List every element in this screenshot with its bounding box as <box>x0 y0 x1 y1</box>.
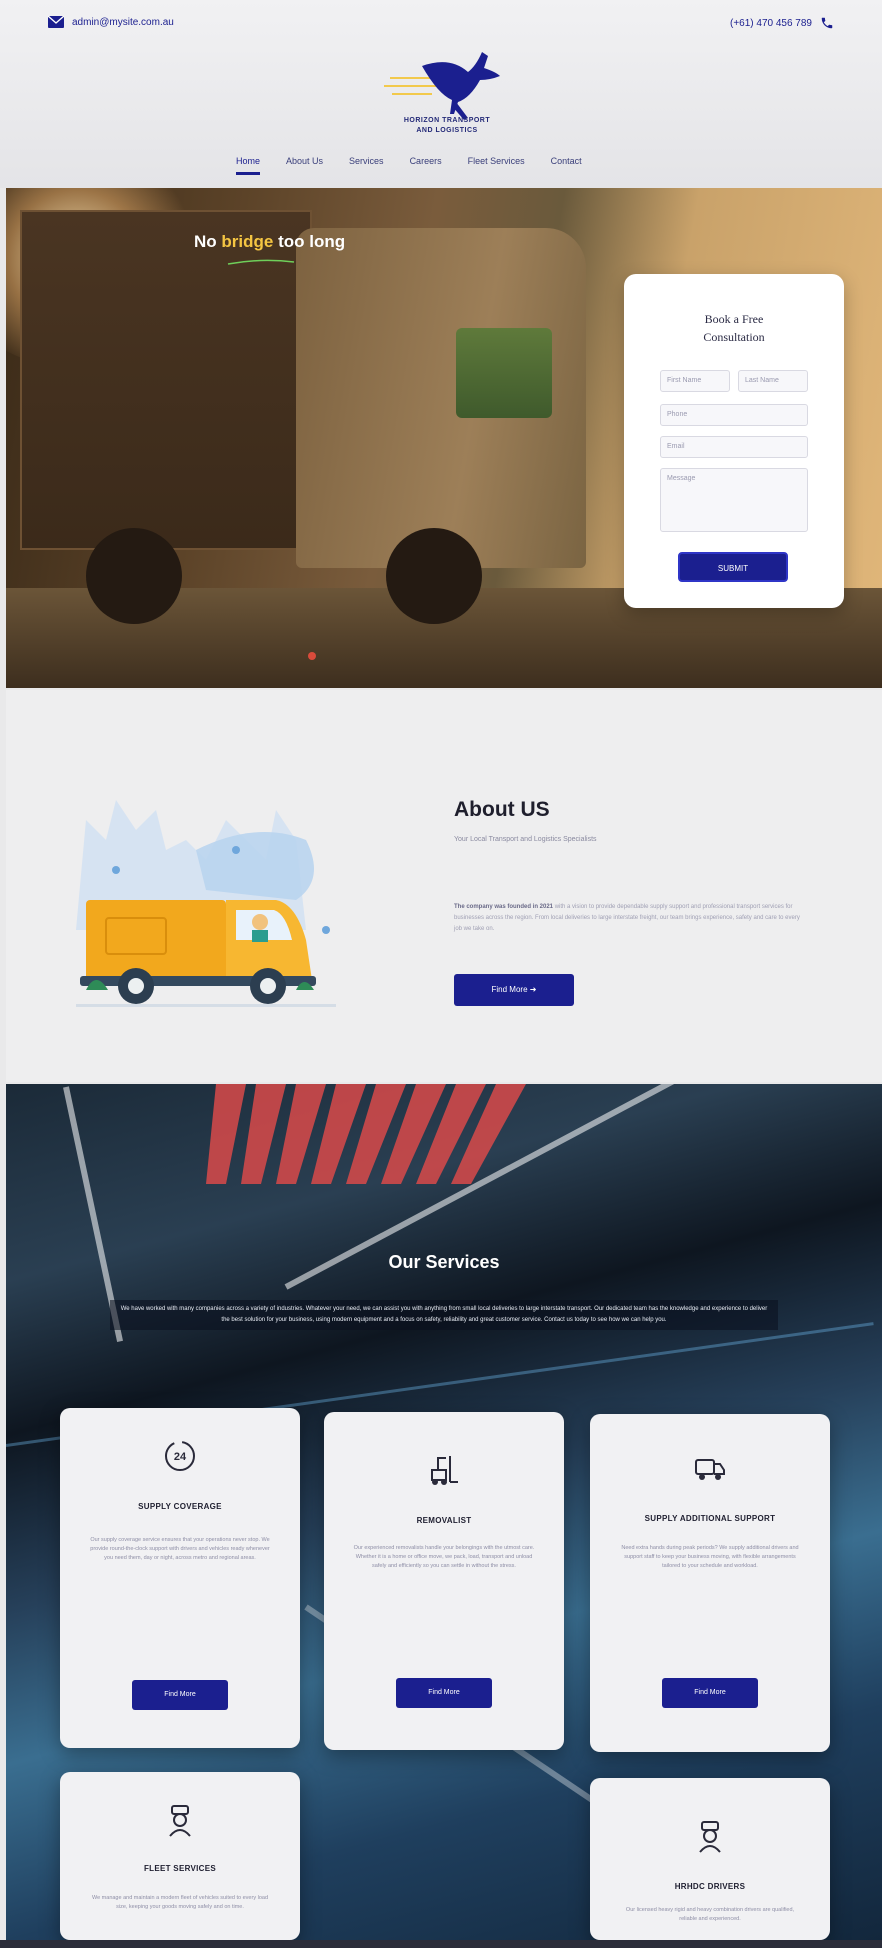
service-card-supply-coverage: 24 SUPPLY COVERAGE Our supply coverage s… <box>60 1408 300 1748</box>
delivery-truck-illustration <box>76 800 336 1007</box>
header-phone-link[interactable]: (+61) 470 456 789 <box>730 16 834 30</box>
driver-icon <box>699 1821 721 1853</box>
hero-headline-highlight: bridge <box>221 232 274 251</box>
service-card-fleet-services: FLEET SERVICES We manage and maintain a … <box>60 1772 300 1940</box>
supply-coverage-find-more-button[interactable]: Find More <box>132 1680 228 1710</box>
logo-wordmark: HORIZON TRANSPORT AND LOGISTICS <box>372 116 522 136</box>
24-hours-icon: 24 <box>165 1441 195 1471</box>
phone-field-row: Phone <box>660 404 808 426</box>
hero-headline-underline <box>227 259 295 265</box>
service-card-title: SUPPLY COVERAGE <box>138 1502 222 1511</box>
about-body: The company was founded in 2021 with a v… <box>454 902 806 935</box>
nav-fleet-services[interactable]: Fleet Services <box>468 156 525 175</box>
about-section: About US Your Local Transport and Logist… <box>6 690 882 1082</box>
service-card-title: FLEET SERVICES <box>143 1864 217 1873</box>
about-button-label: Find More <box>491 985 528 994</box>
consultation-form: Book a Free Consultation First Name Last… <box>624 274 844 608</box>
last-name-field[interactable]: Last Name <box>738 370 808 392</box>
service-card-hrhdc-drivers: HRHDC DRIVERS Our licensed heavy rigid a… <box>590 1778 830 1940</box>
driver-icon <box>169 1805 191 1837</box>
hero-headline-end: too long <box>273 232 346 251</box>
name-fields-row: First Name Last Name <box>660 370 808 392</box>
service-card-removalist: REMOVALIST Our experienced removalists h… <box>324 1412 564 1750</box>
svg-text:24: 24 <box>174 1451 187 1463</box>
email-field[interactable]: Email <box>660 436 808 458</box>
site-header: admin@mysite.com.au (+61) 470 456 789 HO… <box>0 0 882 188</box>
about-find-more-button[interactable]: Find More ➜ <box>454 974 574 1006</box>
about-body-bold: The company was founded in 2021 <box>454 904 554 910</box>
form-title-line-1: Book a Free <box>704 312 764 326</box>
removalist-find-more-button[interactable]: Find More <box>396 1678 492 1708</box>
first-name-field[interactable]: First Name <box>660 370 730 392</box>
hero-truck-window <box>456 328 552 418</box>
service-card-text: Need extra hands during peak periods? We… <box>621 1545 799 1569</box>
hero-slide-dot[interactable] <box>308 652 316 660</box>
phone-field[interactable]: Phone <box>660 404 808 426</box>
phone-icon <box>821 17 833 29</box>
hero-truck-wheel <box>86 528 182 624</box>
service-card-supply-additional-support: SUPPLY ADDITIONAL SUPPORT Need extra han… <box>590 1414 830 1752</box>
message-field[interactable]: Message <box>660 468 808 532</box>
submit-button[interactable]: SUBMIT <box>678 552 788 582</box>
service-card-text: Our licensed heavy rigid and heavy combi… <box>625 1907 795 1922</box>
services-intro: We have worked with many companies acros… <box>110 1300 778 1330</box>
nav-about[interactable]: About Us <box>286 156 323 175</box>
consultation-form-title: Book a Free Consultation <box>624 310 844 346</box>
header-email-link[interactable]: admin@mysite.com.au <box>48 16 174 28</box>
logo-line-1: HORIZON TRANSPORT <box>403 117 491 124</box>
nav-careers[interactable]: Careers <box>410 156 442 175</box>
header-email-text: admin@mysite.com.au <box>72 16 174 28</box>
header-phone-text: (+61) 470 456 789 <box>729 17 812 29</box>
service-card-text: Our supply coverage service ensures that… <box>90 1537 270 1561</box>
forklift-icon <box>431 1456 458 1485</box>
nav-contact[interactable]: Contact <box>551 156 582 175</box>
main-nav: Home About Us Services Careers Fleet Ser… <box>236 156 582 175</box>
hero-truck-wheel <box>386 528 482 624</box>
delivery-truck-icon <box>695 1459 725 1480</box>
logo-line-2: AND LOGISTICS <box>416 127 478 134</box>
service-card-text: Our experienced removalists handle your … <box>353 1545 535 1569</box>
message-field-row: Message <box>660 468 808 532</box>
hero-headline-start: No <box>194 232 222 251</box>
service-card-text: We manage and maintain a modern fleet of… <box>92 1895 268 1910</box>
nav-services[interactable]: Services <box>349 156 384 175</box>
services-title: Our Services <box>388 1252 500 1272</box>
nav-home[interactable]: Home <box>236 156 261 175</box>
email-icon <box>48 16 64 28</box>
form-title-line-2: Consultation <box>703 330 765 344</box>
service-card-title: HRHDC DRIVERS <box>674 1882 746 1891</box>
additional-support-find-more-button[interactable]: Find More <box>662 1678 758 1708</box>
hero-headline: No bridge too long <box>194 232 345 252</box>
email-field-row: Email <box>660 436 808 458</box>
service-card-title: SUPPLY ADDITIONAL SUPPORT <box>644 1514 776 1523</box>
bottom-edge-strip <box>0 1940 882 1948</box>
about-subtitle: Your Local Transport and Logistics Speci… <box>454 836 597 843</box>
about-title: About US <box>454 798 550 821</box>
service-card-title: REMOVALIST <box>416 1516 472 1525</box>
